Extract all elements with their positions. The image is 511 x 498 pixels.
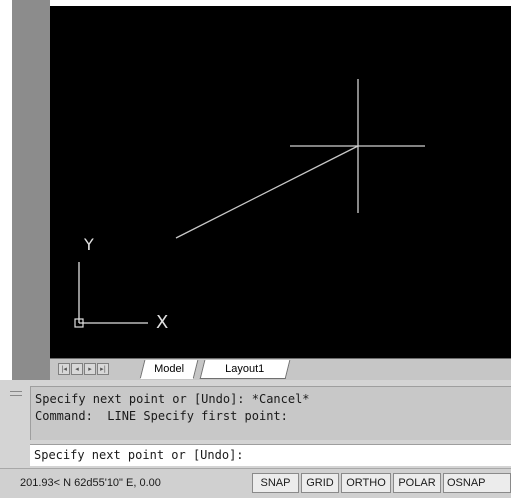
tab-model-label: Model xyxy=(154,363,185,375)
command-history[interactable]: Specify next point or [Undo]: *Cancel* C… xyxy=(30,386,511,440)
command-input[interactable]: Specify next point or [Undo]: xyxy=(30,444,511,466)
autocad-window: Y X |◂ ◂ ▸ ▸| Model Layout1 Specify next… xyxy=(0,0,511,498)
first-tab-icon[interactable]: |◂ xyxy=(58,363,70,375)
ucs-x-label: X xyxy=(156,312,168,333)
status-bar: 201.93< N 62d55'10" E, 0.00 SNAP GRID OR… xyxy=(0,468,511,498)
layout-tab-bar: |◂ ◂ ▸ ▸| Model Layout1 xyxy=(50,358,511,380)
tab-model[interactable]: Model xyxy=(139,360,199,379)
tab-layout1-label: Layout1 xyxy=(225,363,265,375)
tab-layout1[interactable]: Layout1 xyxy=(199,360,291,379)
snap-toggle-button[interactable]: SNAP xyxy=(252,473,299,493)
coordinate-readout[interactable]: 201.93< N 62d55'10" E, 0.00 xyxy=(20,477,161,489)
grid-toggle-button[interactable]: GRID xyxy=(301,473,339,493)
rubber-band-line xyxy=(175,145,359,239)
grip-handle-icon[interactable] xyxy=(10,391,22,396)
history-line-2: Command: LINE Specify first point: xyxy=(35,409,288,423)
command-window: Specify next point or [Undo]: *Cancel* C… xyxy=(0,380,511,468)
last-tab-icon[interactable]: ▸| xyxy=(97,363,109,375)
ucs-y-label: Y xyxy=(83,235,94,254)
left-edge xyxy=(0,0,12,380)
prev-tab-icon[interactable]: ◂ xyxy=(71,363,83,375)
polar-toggle-button[interactable]: POLAR xyxy=(393,473,441,493)
osnap-toggle-button[interactable]: OSNAP xyxy=(443,473,511,493)
history-line-1: Specify next point or [Undo]: *Cancel* xyxy=(35,392,310,406)
left-gutter xyxy=(0,0,50,380)
crosshair-cursor xyxy=(290,79,425,213)
ortho-toggle-button[interactable]: ORTHO xyxy=(341,473,391,493)
next-tab-icon[interactable]: ▸ xyxy=(84,363,96,375)
ucs-icon: Y X xyxy=(74,235,168,333)
drawing-viewport[interactable]: Y X xyxy=(50,6,511,358)
command-prompt: Specify next point or [Undo]: xyxy=(34,448,244,462)
drawing-canvas[interactable]: Y X xyxy=(50,6,511,358)
